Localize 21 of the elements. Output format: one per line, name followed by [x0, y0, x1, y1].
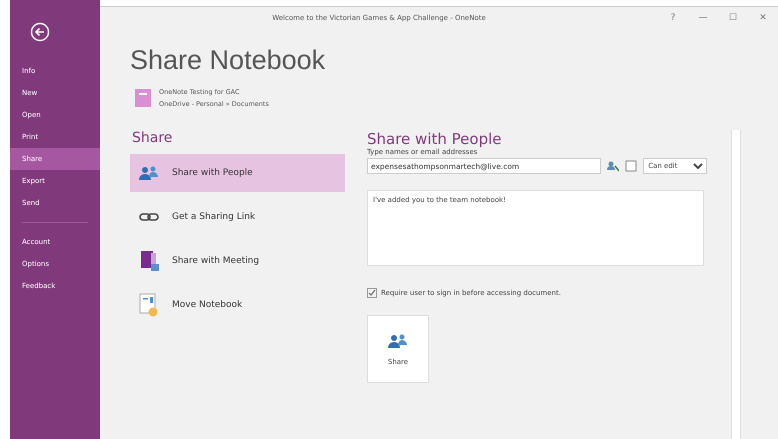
address-book-icon[interactable] [607, 160, 620, 172]
close-button[interactable]: ✕ [748, 8, 778, 28]
share-option[interactable]: Get a Sharing Link [130, 198, 345, 236]
people-icon [387, 332, 409, 350]
help-button[interactable]: ? [658, 8, 688, 28]
check-names-icon[interactable] [625, 160, 638, 172]
page-title: Share Notebook [130, 45, 326, 76]
back-icon[interactable] [30, 22, 50, 42]
onenote-meeting-icon [138, 250, 160, 272]
share-option[interactable]: Share with People [130, 154, 345, 192]
minimize-button[interactable]: — [688, 8, 718, 28]
section-heading: Share [132, 130, 174, 146]
share-option[interactable]: Move Notebook [130, 286, 345, 324]
people-icon [138, 164, 160, 182]
notebook-icon [135, 89, 151, 107]
scrollbar[interactable] [731, 130, 741, 439]
checkbox[interactable] [367, 288, 377, 298]
panel-heading: Share with People [367, 130, 502, 148]
share-option[interactable]: Share with Meeting [130, 242, 345, 280]
maximize-button[interactable]: ☐ [718, 8, 748, 28]
move-notebook-icon [138, 293, 160, 317]
